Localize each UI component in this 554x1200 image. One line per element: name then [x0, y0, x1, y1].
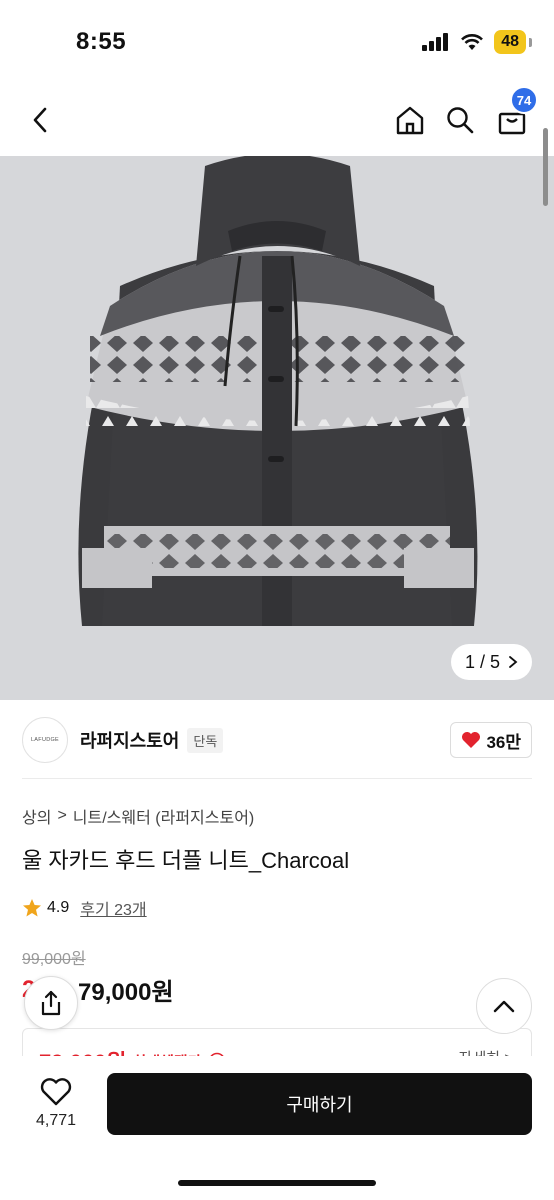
wish-button[interactable]: 4,771	[22, 1078, 90, 1148]
image-counter-button[interactable]: 1 / 5	[450, 644, 532, 680]
store-name[interactable]: 라퍼지스토어	[80, 727, 179, 753]
rating-row: 4.9 후기 23개	[22, 896, 147, 920]
signal-icon	[422, 33, 449, 51]
wish-count: 4,771	[35, 1112, 77, 1129]
breadcrumb: 상의 > 니트/스웨터 (라퍼지스토어)	[22, 804, 254, 828]
heart-filled-icon	[462, 732, 481, 748]
buy-button[interactable]: 구매하기	[107, 1073, 532, 1135]
product-photo	[0, 156, 554, 700]
top-nav-bar: 74	[0, 84, 554, 156]
store-like-count: 36만	[486, 732, 521, 752]
battery-indicator: 48	[494, 30, 526, 54]
chevron-up-icon	[493, 1000, 515, 1013]
share-button[interactable]	[24, 976, 78, 1030]
cart-button[interactable]: 74	[492, 86, 538, 140]
bottom-action-bar: 4,771 구매하기	[0, 1056, 554, 1200]
home-indicator	[178, 1180, 376, 1186]
store-like-button[interactable]: 36만	[450, 722, 532, 758]
rating-value: 4.9	[47, 899, 70, 916]
status-bar: 8:55 48	[0, 0, 554, 84]
store-row[interactable]: LAFUDGE 라퍼지스토어 단독 36만	[22, 716, 532, 764]
chevron-left-icon	[33, 107, 47, 133]
chevron-right-icon	[509, 656, 518, 668]
cart-count-badge: 74	[510, 86, 538, 114]
breadcrumb-separator: >	[57, 807, 67, 824]
product-image-gallery[interactable]: 1 / 5	[0, 156, 554, 700]
exclusive-badge: 단독	[187, 727, 224, 753]
scroll-to-top-button[interactable]	[476, 978, 532, 1034]
battery-cap	[529, 37, 532, 47]
search-button[interactable]	[440, 100, 480, 140]
breadcrumb-subcategory[interactable]: 니트/스웨터 (라퍼지스토어)	[73, 804, 254, 828]
sale-price: 79,000원	[78, 979, 174, 1006]
search-icon	[447, 107, 474, 134]
status-time: 8:55	[76, 28, 127, 55]
image-counter-text: 1 / 5	[464, 651, 500, 672]
home-button[interactable]	[390, 100, 430, 140]
breadcrumb-category[interactable]: 상의	[22, 804, 51, 828]
wifi-icon	[461, 34, 484, 50]
store-logo[interactable]: LAFUDGE	[22, 717, 68, 763]
scrollbar[interactable]	[543, 128, 548, 206]
status-icons: 48	[422, 30, 532, 54]
star-icon	[23, 899, 41, 917]
review-count-link[interactable]: 후기 23개	[80, 896, 146, 920]
divider	[22, 778, 532, 779]
share-icon	[41, 990, 61, 1016]
product-title: 울 자카드 후드 더플 니트_Charcoal	[22, 848, 350, 873]
heart-outline-icon	[40, 1078, 72, 1106]
home-icon	[396, 106, 424, 135]
back-button[interactable]	[20, 100, 60, 140]
original-price: 99,000원	[22, 951, 86, 968]
